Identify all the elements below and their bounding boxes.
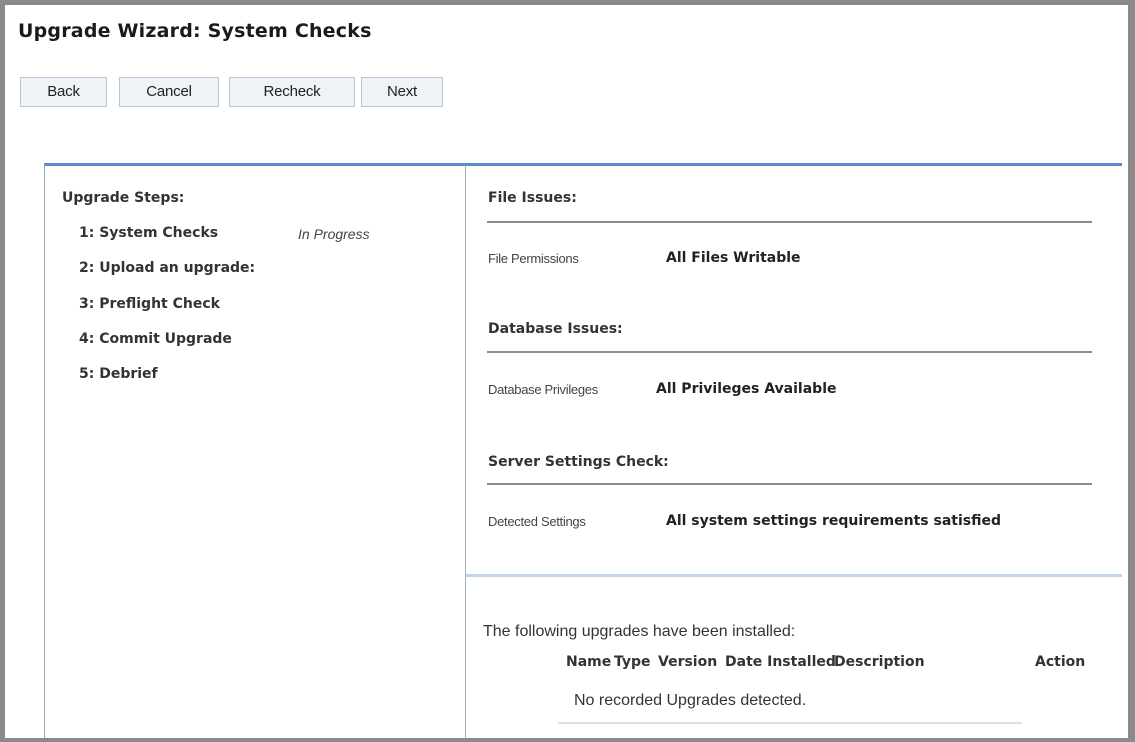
detected-settings-value: All system settings requirements satisfi… [666,513,1001,529]
database-privileges-label: Database Privileges [488,382,598,397]
next-button[interactable]: Next [361,77,443,107]
database-issues-divider [487,351,1092,353]
server-settings-heading: Server Settings Check: [488,454,669,470]
section-divider [466,574,1122,577]
file-permissions-label: File Permissions [488,251,579,266]
back-button[interactable]: Back [20,77,107,107]
steps-sidebar [44,166,466,738]
database-issues-heading: Database Issues: [488,321,623,337]
file-issues-divider [487,221,1092,223]
file-issues-heading: File Issues: [488,190,577,206]
installed-upgrades-intro: The following upgrades have been install… [483,623,796,640]
step-preflight-check: 3: Preflight Check [79,296,220,312]
column-header-type: Type [614,654,651,670]
step-commit-upgrade: 4: Commit Upgrade [79,331,232,347]
column-header-description: Description [834,654,925,670]
cancel-button[interactable]: Cancel [119,77,219,107]
column-header-name: Name [566,654,612,670]
file-permissions-value: All Files Writable [666,250,801,266]
server-settings-divider [487,483,1092,485]
recheck-button[interactable]: Recheck [229,77,355,107]
step-debrief: 5: Debrief [79,366,158,382]
column-header-date-installed: Date Installed [725,654,836,670]
database-privileges-value: All Privileges Available [656,381,837,397]
column-header-version: Version [658,654,718,670]
page-title: Upgrade Wizard: System Checks [18,20,372,42]
detected-settings-label: Detected Settings [488,514,586,529]
column-header-action: Action [1035,654,1086,670]
steps-heading: Upgrade Steps: [62,190,185,206]
table-bottom-rule [558,722,1022,724]
step-status: In Progress [298,226,370,242]
empty-upgrades-message: No recorded Upgrades detected. [574,692,807,709]
step-system-checks: 1: System Checks [79,225,219,241]
step-upload-upgrade: 2: Upload an upgrade: [79,260,256,276]
